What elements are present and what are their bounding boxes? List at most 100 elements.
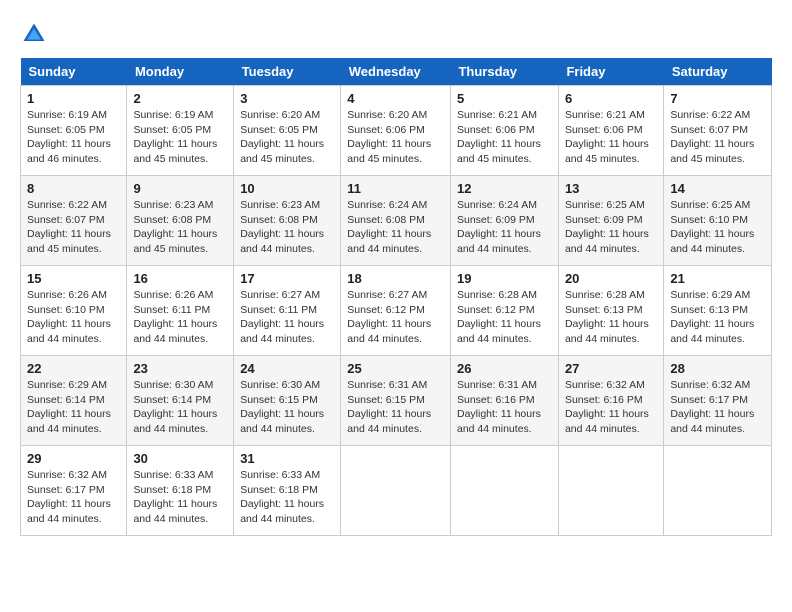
day-info: Sunrise: 6:26 AM Sunset: 6:11 PM Dayligh… [133,288,227,347]
calendar-cell [664,446,772,536]
day-number: 4 [347,91,444,106]
day-info: Sunrise: 6:32 AM Sunset: 6:17 PM Dayligh… [27,468,120,527]
calendar-cell: 18 Sunrise: 6:27 AM Sunset: 6:12 PM Dayl… [341,266,451,356]
calendar-cell: 12 Sunrise: 6:24 AM Sunset: 6:09 PM Dayl… [450,176,558,266]
day-info: Sunrise: 6:28 AM Sunset: 6:12 PM Dayligh… [457,288,552,347]
day-info: Sunrise: 6:31 AM Sunset: 6:15 PM Dayligh… [347,378,444,437]
day-number: 5 [457,91,552,106]
calendar-cell: 14 Sunrise: 6:25 AM Sunset: 6:10 PM Dayl… [664,176,772,266]
day-info: Sunrise: 6:28 AM Sunset: 6:13 PM Dayligh… [565,288,657,347]
calendar-header-sunday: Sunday [21,58,127,86]
calendar-cell: 17 Sunrise: 6:27 AM Sunset: 6:11 PM Dayl… [234,266,341,356]
day-number: 1 [27,91,120,106]
day-number: 3 [240,91,334,106]
day-number: 16 [133,271,227,286]
calendar-cell: 19 Sunrise: 6:28 AM Sunset: 6:12 PM Dayl… [450,266,558,356]
day-info: Sunrise: 6:22 AM Sunset: 6:07 PM Dayligh… [27,198,120,257]
day-number: 28 [670,361,765,376]
calendar-week-row: 1 Sunrise: 6:19 AM Sunset: 6:05 PM Dayli… [21,86,772,176]
day-info: Sunrise: 6:29 AM Sunset: 6:14 PM Dayligh… [27,378,120,437]
calendar-header-thursday: Thursday [450,58,558,86]
calendar-cell: 11 Sunrise: 6:24 AM Sunset: 6:08 PM Dayl… [341,176,451,266]
day-info: Sunrise: 6:20 AM Sunset: 6:06 PM Dayligh… [347,108,444,167]
day-number: 13 [565,181,657,196]
calendar-cell: 27 Sunrise: 6:32 AM Sunset: 6:16 PM Dayl… [558,356,663,446]
day-number: 7 [670,91,765,106]
day-number: 20 [565,271,657,286]
calendar-header-wednesday: Wednesday [341,58,451,86]
calendar-cell: 7 Sunrise: 6:22 AM Sunset: 6:07 PM Dayli… [664,86,772,176]
day-info: Sunrise: 6:33 AM Sunset: 6:18 PM Dayligh… [240,468,334,527]
day-number: 11 [347,181,444,196]
calendar-cell: 3 Sunrise: 6:20 AM Sunset: 6:05 PM Dayli… [234,86,341,176]
calendar-cell: 9 Sunrise: 6:23 AM Sunset: 6:08 PM Dayli… [127,176,234,266]
day-number: 14 [670,181,765,196]
day-number: 18 [347,271,444,286]
calendar-cell: 29 Sunrise: 6:32 AM Sunset: 6:17 PM Dayl… [21,446,127,536]
calendar-header-tuesday: Tuesday [234,58,341,86]
day-number: 12 [457,181,552,196]
day-number: 27 [565,361,657,376]
day-number: 19 [457,271,552,286]
calendar-cell: 31 Sunrise: 6:33 AM Sunset: 6:18 PM Dayl… [234,446,341,536]
calendar-cell: 1 Sunrise: 6:19 AM Sunset: 6:05 PM Dayli… [21,86,127,176]
calendar-header-row: SundayMondayTuesdayWednesdayThursdayFrid… [21,58,772,86]
day-info: Sunrise: 6:24 AM Sunset: 6:09 PM Dayligh… [457,198,552,257]
day-info: Sunrise: 6:22 AM Sunset: 6:07 PM Dayligh… [670,108,765,167]
day-info: Sunrise: 6:26 AM Sunset: 6:10 PM Dayligh… [27,288,120,347]
calendar-cell [558,446,663,536]
calendar-cell: 24 Sunrise: 6:30 AM Sunset: 6:15 PM Dayl… [234,356,341,446]
day-info: Sunrise: 6:23 AM Sunset: 6:08 PM Dayligh… [133,198,227,257]
calendar-week-row: 29 Sunrise: 6:32 AM Sunset: 6:17 PM Dayl… [21,446,772,536]
day-info: Sunrise: 6:20 AM Sunset: 6:05 PM Dayligh… [240,108,334,167]
day-number: 26 [457,361,552,376]
calendar-cell: 20 Sunrise: 6:28 AM Sunset: 6:13 PM Dayl… [558,266,663,356]
day-number: 30 [133,451,227,466]
day-info: Sunrise: 6:30 AM Sunset: 6:15 PM Dayligh… [240,378,334,437]
calendar-cell: 15 Sunrise: 6:26 AM Sunset: 6:10 PM Dayl… [21,266,127,356]
calendar-header-saturday: Saturday [664,58,772,86]
day-info: Sunrise: 6:24 AM Sunset: 6:08 PM Dayligh… [347,198,444,257]
calendar-cell: 25 Sunrise: 6:31 AM Sunset: 6:15 PM Dayl… [341,356,451,446]
day-info: Sunrise: 6:19 AM Sunset: 6:05 PM Dayligh… [133,108,227,167]
day-number: 8 [27,181,120,196]
calendar-cell: 23 Sunrise: 6:30 AM Sunset: 6:14 PM Dayl… [127,356,234,446]
day-info: Sunrise: 6:21 AM Sunset: 6:06 PM Dayligh… [565,108,657,167]
day-info: Sunrise: 6:30 AM Sunset: 6:14 PM Dayligh… [133,378,227,437]
day-number: 15 [27,271,120,286]
page-header [20,20,772,48]
calendar-table: SundayMondayTuesdayWednesdayThursdayFrid… [20,58,772,536]
day-info: Sunrise: 6:27 AM Sunset: 6:11 PM Dayligh… [240,288,334,347]
day-info: Sunrise: 6:32 AM Sunset: 6:16 PM Dayligh… [565,378,657,437]
calendar-cell [450,446,558,536]
day-number: 9 [133,181,227,196]
calendar-week-row: 22 Sunrise: 6:29 AM Sunset: 6:14 PM Dayl… [21,356,772,446]
day-number: 31 [240,451,334,466]
calendar-cell: 6 Sunrise: 6:21 AM Sunset: 6:06 PM Dayli… [558,86,663,176]
day-number: 17 [240,271,334,286]
calendar-cell: 21 Sunrise: 6:29 AM Sunset: 6:13 PM Dayl… [664,266,772,356]
day-info: Sunrise: 6:29 AM Sunset: 6:13 PM Dayligh… [670,288,765,347]
calendar-cell: 2 Sunrise: 6:19 AM Sunset: 6:05 PM Dayli… [127,86,234,176]
day-number: 10 [240,181,334,196]
day-info: Sunrise: 6:21 AM Sunset: 6:06 PM Dayligh… [457,108,552,167]
logo-icon [20,20,48,48]
day-number: 29 [27,451,120,466]
day-number: 22 [27,361,120,376]
day-info: Sunrise: 6:31 AM Sunset: 6:16 PM Dayligh… [457,378,552,437]
day-number: 21 [670,271,765,286]
calendar-cell: 5 Sunrise: 6:21 AM Sunset: 6:06 PM Dayli… [450,86,558,176]
calendar-week-row: 15 Sunrise: 6:26 AM Sunset: 6:10 PM Dayl… [21,266,772,356]
day-info: Sunrise: 6:25 AM Sunset: 6:09 PM Dayligh… [565,198,657,257]
calendar-week-row: 8 Sunrise: 6:22 AM Sunset: 6:07 PM Dayli… [21,176,772,266]
calendar-cell: 13 Sunrise: 6:25 AM Sunset: 6:09 PM Dayl… [558,176,663,266]
day-info: Sunrise: 6:19 AM Sunset: 6:05 PM Dayligh… [27,108,120,167]
day-info: Sunrise: 6:25 AM Sunset: 6:10 PM Dayligh… [670,198,765,257]
day-info: Sunrise: 6:27 AM Sunset: 6:12 PM Dayligh… [347,288,444,347]
calendar-cell: 26 Sunrise: 6:31 AM Sunset: 6:16 PM Dayl… [450,356,558,446]
calendar-cell: 22 Sunrise: 6:29 AM Sunset: 6:14 PM Dayl… [21,356,127,446]
calendar-header-monday: Monday [127,58,234,86]
calendar-cell: 4 Sunrise: 6:20 AM Sunset: 6:06 PM Dayli… [341,86,451,176]
logo [20,20,56,48]
calendar-cell: 16 Sunrise: 6:26 AM Sunset: 6:11 PM Dayl… [127,266,234,356]
